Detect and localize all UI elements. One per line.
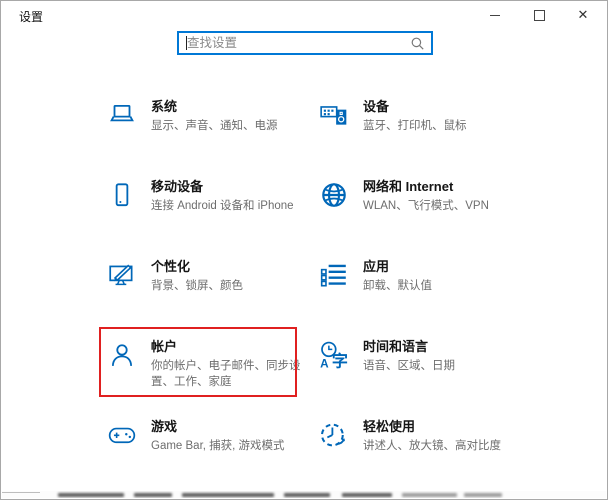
apps-list-icon <box>319 260 349 290</box>
minimize-button[interactable] <box>473 1 517 29</box>
personalization-icon <box>107 260 137 290</box>
close-button[interactable]: ✕ <box>561 1 605 29</box>
time-language-icon: 字A <box>319 340 349 370</box>
text-caret <box>186 36 187 50</box>
tile-subtitle: 语音、区域、日期 <box>363 358 455 374</box>
tile-system[interactable]: 系统 显示、声音、通知、电源 <box>107 89 319 169</box>
search-input[interactable] <box>179 33 431 53</box>
tile-title: 移动设备 <box>151 179 294 195</box>
gamepad-icon <box>107 420 137 450</box>
tile-title: 轻松使用 <box>363 419 501 435</box>
tile-subtitle: 背景、锁屏、颜色 <box>151 278 243 294</box>
search-icon <box>411 37 424 50</box>
tile-subtitle: 显示、声音、通知、电源 <box>151 118 278 134</box>
maximize-icon <box>534 10 545 21</box>
laptop-icon <box>107 100 137 130</box>
tile-title: 系统 <box>151 99 278 115</box>
tile-title: 游戏 <box>151 419 285 435</box>
settings-tiles-grid: 系统 显示、声音、通知、电源 设备 蓝牙、打印机、鼠标 移动设备 连接 Andr… <box>107 89 531 489</box>
tile-subtitle: 蓝牙、打印机、鼠标 <box>363 118 467 134</box>
tile-devices[interactable]: 设备 蓝牙、打印机、鼠标 <box>319 89 531 169</box>
tile-personalization[interactable]: 个性化 背景、锁屏、颜色 <box>107 249 319 329</box>
tile-subtitle: Game Bar, 捕获, 游戏模式 <box>151 438 285 454</box>
tile-title: 网络和 Internet <box>363 179 489 195</box>
devices-icon <box>319 100 349 130</box>
tile-title: 时间和语言 <box>363 339 455 355</box>
bottom-screen-artifact <box>2 491 606 498</box>
tile-subtitle: 讲述人、放大镜、高对比度 <box>363 438 501 454</box>
tile-gaming[interactable]: 游戏 Game Bar, 捕获, 游戏模式 <box>107 409 319 489</box>
svg-text:字: 字 <box>332 351 348 370</box>
phone-icon <box>107 180 137 210</box>
tile-title: 设备 <box>363 99 467 115</box>
globe-icon <box>319 180 349 210</box>
tile-subtitle: 你的帐户、电子邮件、同步设置、工作、家庭 <box>151 358 309 390</box>
tile-title: 个性化 <box>151 259 243 275</box>
tile-time-language[interactable]: 字A 时间和语言 语音、区域、日期 <box>319 329 531 409</box>
close-icon: ✕ <box>578 9 589 22</box>
tile-title: 帐户 <box>151 339 309 355</box>
tile-subtitle: 卸载、默认值 <box>363 278 432 294</box>
tile-ease-of-access[interactable]: 轻松使用 讲述人、放大镜、高对比度 <box>319 409 531 489</box>
tile-accounts[interactable]: 帐户 你的帐户、电子邮件、同步设置、工作、家庭 <box>107 329 319 409</box>
ease-of-access-icon <box>319 420 349 450</box>
search-box <box>177 31 433 55</box>
tile-subtitle: WLAN、飞行模式、VPN <box>363 198 489 214</box>
titlebar: 设置 ✕ <box>1 1 607 29</box>
svg-text:A: A <box>320 357 329 370</box>
settings-window: 设置 ✕ 系统 显示、声音、通知、电源 设备 蓝牙、打印机、鼠标 移动设备 连接 <box>0 0 608 500</box>
minimize-icon <box>490 15 500 16</box>
tile-network[interactable]: 网络和 Internet WLAN、飞行模式、VPN <box>319 169 531 249</box>
tile-apps[interactable]: 应用 卸载、默认值 <box>319 249 531 329</box>
tile-phone[interactable]: 移动设备 连接 Android 设备和 iPhone <box>107 169 319 249</box>
maximize-button[interactable] <box>517 1 561 29</box>
tile-subtitle: 连接 Android 设备和 iPhone <box>151 198 294 214</box>
person-icon <box>107 340 137 370</box>
caption-buttons: ✕ <box>473 1 605 29</box>
window-title: 设置 <box>19 8 43 25</box>
tile-title: 应用 <box>363 259 432 275</box>
